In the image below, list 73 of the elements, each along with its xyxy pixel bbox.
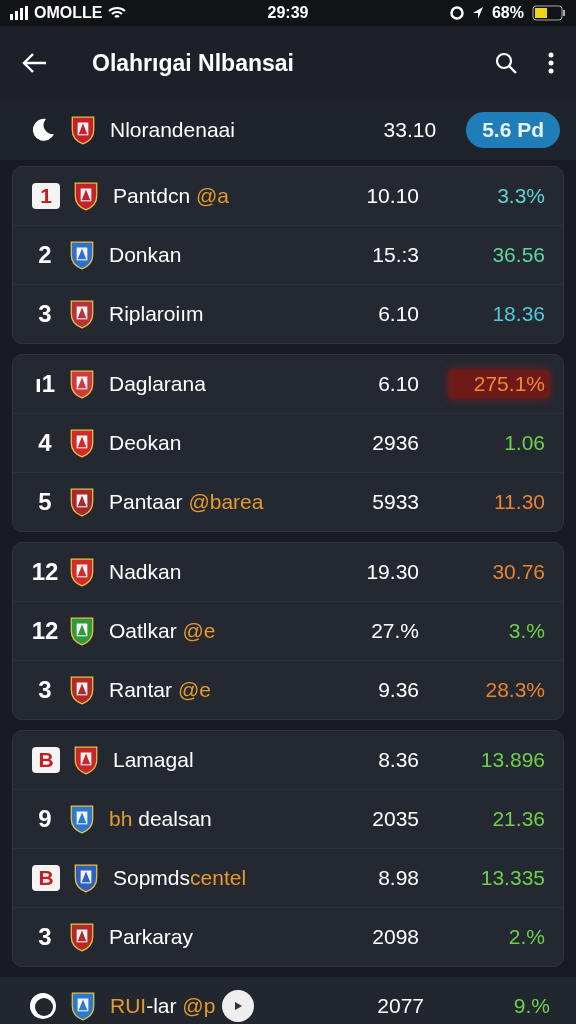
team-name: bh dealsan — [109, 807, 213, 831]
value-text: 5933 — [371, 490, 419, 514]
value-text: 33.10 — [382, 118, 437, 142]
change-text: 30.76 — [491, 559, 546, 585]
value-text: 19.30 — [365, 560, 419, 584]
rank-number: ı1 — [34, 370, 56, 398]
clock-time: 29:39 — [267, 4, 309, 21]
play-button[interactable] — [222, 990, 254, 1022]
circle-icon — [28, 991, 58, 1021]
change-text: 36.56 — [491, 242, 546, 268]
back-arrow-icon — [22, 52, 48, 74]
score-badge: 5.6 Pd — [466, 112, 560, 148]
team-name: Donkan — [109, 243, 183, 267]
more-icon — [548, 52, 554, 74]
team-name: Riplaroiım — [109, 302, 205, 326]
battery-icon — [532, 5, 566, 21]
rank-badge: 1 — [32, 183, 60, 209]
value-text: 9.36 — [377, 678, 419, 702]
change-text: 13.896 — [479, 747, 546, 773]
value-text: 6.10 — [377, 372, 419, 396]
change-text: 275.1% — [449, 370, 549, 398]
rank-number: 9 — [37, 805, 53, 833]
alarm-icon — [449, 6, 464, 20]
rank-badge: B — [32, 747, 60, 773]
value-text: 8.36 — [377, 748, 419, 772]
change-text: 18.36 — [491, 301, 546, 327]
change-text: 21.36 — [491, 806, 546, 832]
value-text: 10.10 — [365, 184, 419, 208]
value-text: 8.98 — [377, 866, 419, 890]
value-text: 27.% — [370, 619, 419, 643]
team-name: Pantdcn @a — [113, 184, 230, 208]
value-text: 2035 — [371, 807, 419, 831]
team-name: Pantaar @barea — [109, 490, 265, 514]
rank-number: 3 — [37, 923, 53, 951]
team-name: Daglarana — [109, 372, 207, 396]
rank-badge: B — [32, 865, 60, 891]
carrier-name: OMOLLE — [34, 4, 103, 22]
value-text: 6.10 — [377, 302, 419, 326]
change-text: 3.% — [507, 618, 546, 644]
team-name: RUI-lar @p — [110, 994, 217, 1018]
rank-number: 4 — [37, 429, 53, 457]
team-name: Parkaray — [109, 925, 195, 949]
change-text: 2.% — [507, 924, 546, 950]
rank-number: 5 — [37, 488, 53, 516]
team-name: Nlorandenaai — [110, 118, 236, 142]
change-text: 1.06 — [503, 430, 546, 456]
signal-icon — [10, 6, 28, 20]
value-text: 2098 — [371, 925, 419, 949]
team-name: Nadkan — [109, 560, 183, 584]
value-text: 2936 — [371, 431, 419, 455]
value-text: 2077 — [376, 994, 424, 1018]
wifi-icon — [108, 6, 127, 20]
location-arrow-icon — [471, 6, 484, 20]
change-text: 28.3% — [484, 677, 546, 703]
rank-number: 12 — [30, 558, 60, 586]
change-text: 13.335 — [479, 865, 546, 891]
team-name: Lamagal — [113, 748, 195, 772]
search-icon — [494, 51, 518, 75]
rank-number: 3 — [37, 676, 53, 704]
team-name: Deokan — [109, 431, 183, 455]
rank-number: 12 — [30, 617, 60, 645]
team-name: Rantar @e — [109, 678, 212, 702]
change-text: 9.% — [512, 993, 551, 1019]
team-name: Sopmdscentel — [113, 866, 248, 890]
change-text: 3.3% — [496, 183, 546, 209]
value-text: 15.:3 — [371, 243, 419, 267]
team-name: Oatlkar @e — [109, 619, 217, 643]
rank-number: 2 — [37, 241, 53, 269]
change-text: 11.30 — [493, 489, 546, 515]
rank-number: 3 — [37, 300, 53, 328]
screen-title: Olahrıgai Nlbansai — [92, 49, 295, 77]
play-icon — [233, 1001, 243, 1011]
battery-percent: 68% — [491, 4, 524, 22]
